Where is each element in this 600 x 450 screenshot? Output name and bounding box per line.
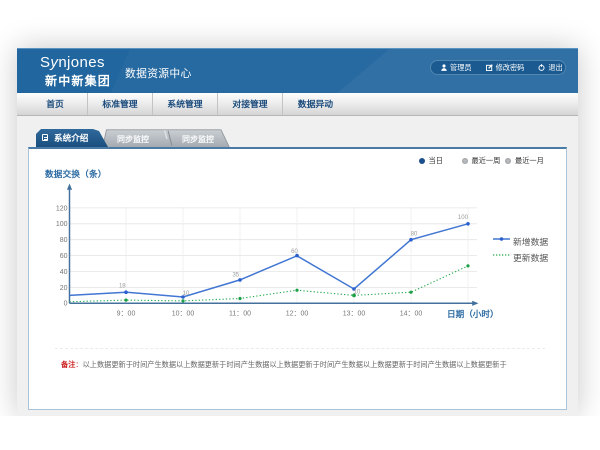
svg-text:9：00: 9：00 xyxy=(117,311,136,318)
svg-text:40: 40 xyxy=(60,269,68,276)
svg-text:0: 0 xyxy=(64,301,68,308)
svg-text:60: 60 xyxy=(60,253,68,260)
svg-text:20: 20 xyxy=(60,285,68,292)
svg-text:10：00: 10：00 xyxy=(172,311,195,318)
svg-text:13：00: 13：00 xyxy=(343,311,366,318)
svg-text:11：00: 11：00 xyxy=(229,311,251,318)
svg-text:14：00: 14：00 xyxy=(400,311,423,318)
svg-text:100: 100 xyxy=(458,215,469,221)
svg-text:100: 100 xyxy=(56,221,68,228)
svg-text:60: 60 xyxy=(291,249,298,255)
svg-text:80: 80 xyxy=(411,232,418,238)
svg-text:35: 35 xyxy=(232,272,239,278)
svg-text:120: 120 xyxy=(56,205,68,212)
svg-text:10: 10 xyxy=(354,290,361,296)
svg-text:10: 10 xyxy=(183,291,190,297)
svg-text:12：00: 12：00 xyxy=(286,311,309,318)
svg-text:18: 18 xyxy=(119,284,126,290)
svg-text:80: 80 xyxy=(60,237,68,244)
